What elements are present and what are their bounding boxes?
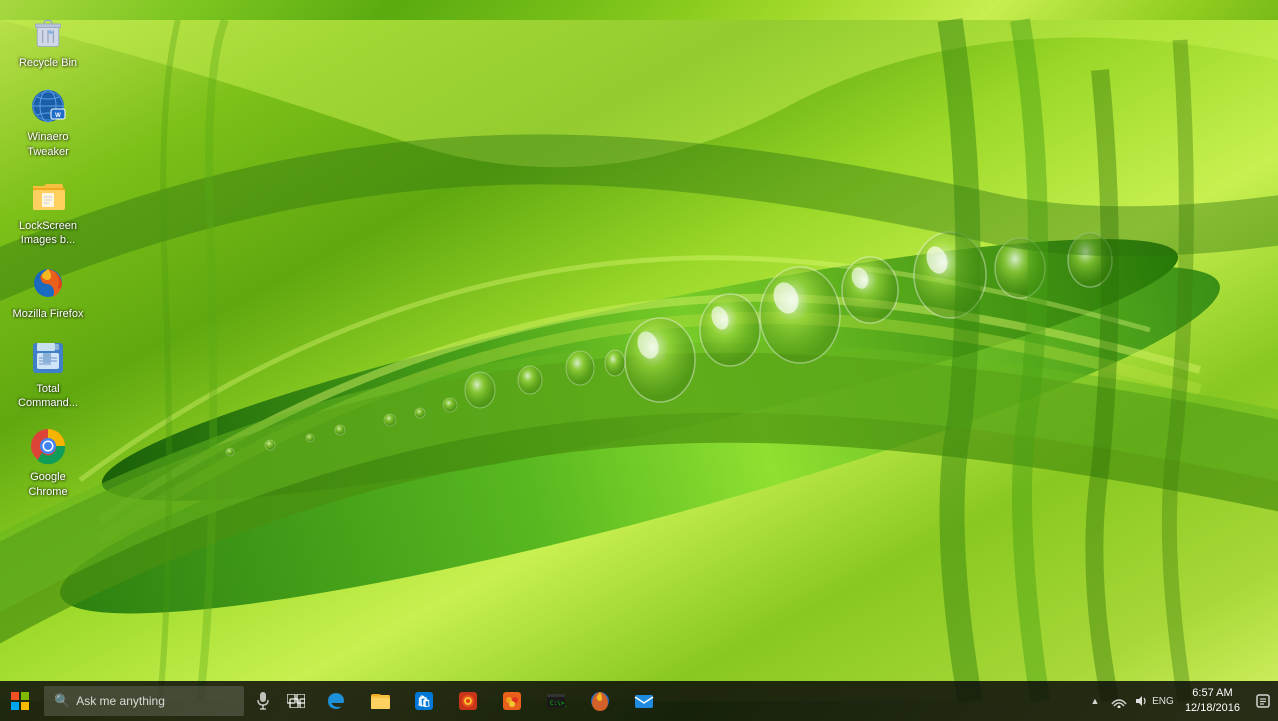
desktop-icon-chrome[interactable]: Google Chrome [8, 422, 88, 503]
system-clock[interactable]: 6:57 AM 12/18/2016 [1177, 681, 1248, 721]
desktop-background [0, 0, 1278, 721]
clock-time: 6:57 AM [1192, 686, 1232, 701]
desktop-icon-firefox[interactable]: Mozilla Firefox [8, 259, 88, 325]
clock-date: 12/18/2016 [1185, 701, 1240, 716]
chevron-up-icon: ▲ [1090, 696, 1099, 706]
chrome-icon [28, 426, 68, 466]
show-hidden-button[interactable]: ▲ [1085, 681, 1105, 721]
desktop-icons-container: Recycle Bin W [0, 0, 96, 511]
taskbar-app-explorer[interactable] [358, 681, 402, 721]
search-bar[interactable]: 🔍 Ask me anything [44, 686, 244, 716]
search-placeholder-text: Ask me anything [76, 694, 165, 708]
recycle-bin-icon [28, 12, 68, 52]
taskbar-app-edge[interactable] [314, 681, 358, 721]
speaker-tray-icon[interactable] [1131, 686, 1151, 716]
firefox-icon [28, 263, 68, 303]
task-view-button[interactable] [278, 681, 314, 721]
taskbar-app-cmd[interactable]: C:\>_ [534, 681, 578, 721]
chrome-label: Google Chrome [12, 470, 84, 499]
tray-icons-area: ENG [1105, 686, 1177, 716]
system-tray: ▲ [1085, 681, 1278, 721]
desktop-icon-winaero[interactable]: W Winaero Tweaker [8, 82, 88, 163]
svg-text:C:\>_: C:\>_ [550, 700, 567, 707]
taskbar-app-mail[interactable] [622, 681, 666, 721]
winaero-icon: W [28, 86, 68, 126]
keyboard-tray-icon[interactable]: ENG [1153, 686, 1173, 716]
start-button[interactable] [0, 681, 40, 721]
taskbar-app5[interactable] [446, 681, 490, 721]
lockscreen-icon [28, 175, 68, 215]
desktop: Recycle Bin W [0, 0, 1278, 721]
cortana-mic-button[interactable] [248, 686, 278, 716]
desktop-icon-lockscreen[interactable]: LockScreen Images b... [8, 171, 88, 252]
desktop-icon-totalcmd[interactable]: Total Command... [8, 334, 88, 415]
recycle-bin-label: Recycle Bin [19, 56, 77, 70]
totalcmd-icon [28, 338, 68, 378]
totalcmd-label: Total Command... [12, 382, 84, 411]
network-tray-icon[interactable] [1109, 686, 1129, 716]
desktop-icon-recycle-bin[interactable]: Recycle Bin [8, 8, 88, 74]
winaero-label: Winaero Tweaker [12, 130, 84, 159]
notification-button[interactable] [1248, 681, 1278, 721]
taskbar-app-store[interactable]: 🛍 [402, 681, 446, 721]
taskbar-app-firefox[interactable] [578, 681, 622, 721]
svg-text:W: W [55, 113, 61, 119]
lockscreen-label: LockScreen Images b... [12, 219, 84, 248]
language-label: ENG [1152, 696, 1174, 707]
taskbar-app6[interactable] [490, 681, 534, 721]
search-icon-taskbar: 🔍 [54, 693, 70, 709]
firefox-label: Mozilla Firefox [13, 307, 84, 321]
taskbar: 🔍 Ask me anything [0, 681, 1278, 721]
svg-text:🛍: 🛍 [417, 695, 431, 708]
